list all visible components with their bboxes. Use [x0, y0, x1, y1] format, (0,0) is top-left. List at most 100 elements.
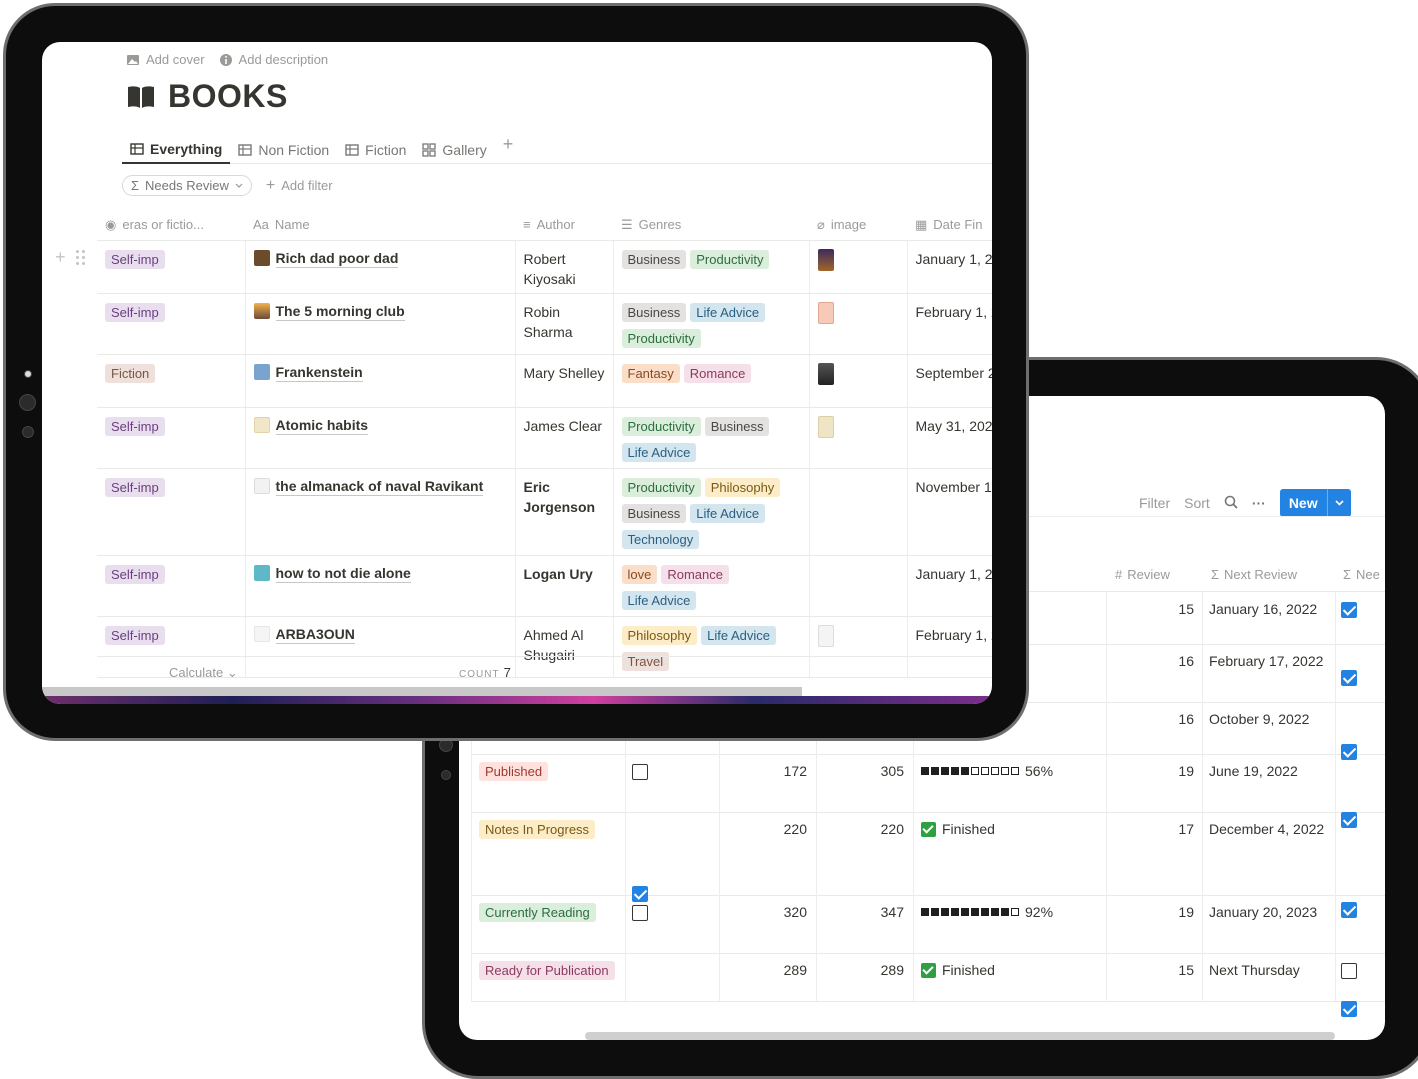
horizontal-scrollbar[interactable]	[42, 687, 802, 696]
book-image-thumbnail[interactable]	[817, 301, 834, 324]
genre-tag: Fantasy	[621, 363, 680, 383]
table-row-divider	[471, 1001, 1385, 1002]
category-tag[interactable]: Fiction	[105, 363, 156, 383]
front-tablet: Add cover Add description BOOKS Everythi…	[3, 3, 1029, 741]
book-image-thumbnail[interactable]	[817, 415, 834, 438]
needs-review-checkbox[interactable]	[1341, 602, 1357, 618]
column-header-genres[interactable]: ☰ Genres	[613, 210, 809, 241]
add-description-button[interactable]: Add description	[219, 52, 329, 67]
column-header-next-review[interactable]: Σ Next Review	[1211, 567, 1297, 582]
progress-cell	[921, 767, 929, 775]
book-image-thumbnail[interactable]	[817, 624, 834, 647]
column-header-date[interactable]: ▦ Date Fin	[907, 210, 992, 241]
calculate-dropdown[interactable]: Calculate ⌄	[169, 665, 238, 681]
genre-tag: Business	[621, 503, 687, 523]
needs-review-checkbox[interactable]	[1341, 670, 1357, 686]
progress-cell	[1011, 767, 1019, 775]
next-review-date: June 19, 2022	[1209, 763, 1298, 779]
next-review-date: Next Thursday	[1209, 962, 1300, 978]
tab-non-fiction[interactable]: Non Fiction	[230, 132, 337, 164]
column-header-review[interactable]: # Review	[1115, 567, 1170, 582]
category-tag[interactable]: Self-imp	[105, 564, 165, 584]
table-row[interactable]: Self-imp the almanack of naval Ravikant …	[97, 468, 992, 556]
column-header-label: Date Fin	[933, 216, 983, 232]
add-description-label: Add description	[238, 52, 329, 67]
genre-tag: Productivity	[690, 249, 770, 269]
check-icon	[921, 962, 936, 978]
category-tag[interactable]: Self-imp	[105, 477, 165, 497]
tab-fiction[interactable]: Fiction	[337, 132, 414, 164]
category-tag[interactable]: Self-imp	[105, 625, 165, 645]
progress-cell	[991, 767, 999, 775]
column-header-name[interactable]: Aa Name	[245, 210, 515, 241]
genre-tag: Productivity	[621, 477, 701, 497]
needs-review-checkbox[interactable]	[1341, 902, 1357, 918]
chevron-down-icon[interactable]	[1326, 489, 1351, 517]
date-cell: September 2 2022	[907, 354, 992, 408]
tab-everything[interactable]: Everything	[122, 132, 231, 164]
table-row[interactable]: Self-imp Atomic habits James Clear Produ…	[97, 407, 992, 469]
row-checkbox[interactable]	[632, 905, 648, 921]
book-cover-icon	[253, 416, 270, 433]
status-badge[interactable]: Ready for Publication	[479, 961, 619, 986]
search-icon[interactable]	[1224, 495, 1238, 512]
table-row-divider	[471, 812, 1385, 813]
more-options-icon[interactable]: ···	[1252, 495, 1266, 511]
finished-status: Finished	[921, 821, 995, 837]
filter-button[interactable]: Filter	[1139, 495, 1170, 511]
back-toolbar: Filter Sort ··· New	[1139, 489, 1351, 517]
book-title-link[interactable]: The 5 morning club	[275, 302, 405, 321]
add-filter-button[interactable]: + Add filter	[266, 177, 333, 195]
column-header-author[interactable]: ≡ Author	[515, 210, 613, 241]
count-value: 7	[503, 665, 511, 680]
info-icon	[219, 53, 232, 66]
table-row[interactable]: Self-imp how to not die alone Logan Ury …	[97, 555, 992, 617]
needs-review-checkbox[interactable]	[1341, 812, 1357, 828]
category-tag[interactable]: Self-imp	[105, 302, 165, 322]
book-title-link[interactable]: ARBA3OUN	[275, 625, 355, 644]
column-header-needs[interactable]: Σ Nee	[1343, 567, 1380, 582]
next-review-date: January 16, 2022	[1209, 601, 1318, 617]
add-view-button[interactable]: +	[495, 132, 522, 156]
status-badge-label: Ready for Publication	[479, 961, 615, 980]
book-title-link[interactable]: how to not die alone	[275, 564, 411, 583]
finished-status: Finished	[921, 962, 995, 978]
table-row[interactable]: Self-imp The 5 morning club Robin Sharma…	[97, 293, 992, 355]
row-checkbox[interactable]	[632, 886, 648, 902]
horizontal-scrollbar[interactable]	[585, 1032, 1335, 1040]
author-cell: Eric Jorgenson	[515, 468, 614, 556]
add-row-plus-icon[interactable]: +	[55, 247, 66, 268]
book-title-link[interactable]: Rich dad poor dad	[275, 249, 399, 268]
status-badge[interactable]: Notes In Progress	[479, 820, 599, 845]
drag-handle-icon[interactable]	[75, 250, 85, 265]
new-button[interactable]: New	[1279, 489, 1351, 517]
column-header-type[interactable]: ◉ eras or fictio...	[97, 210, 245, 241]
review-count: 16	[1178, 711, 1194, 727]
needs-review-checkbox[interactable]	[1341, 744, 1357, 760]
needs-review-filter-chip[interactable]: Σ Needs Review	[122, 175, 252, 196]
book-title-link[interactable]: Atomic habits	[275, 416, 369, 435]
table-row-divider	[471, 953, 1385, 954]
add-cover-button[interactable]: Add cover	[126, 52, 205, 67]
needs-review-checkbox[interactable]	[1341, 1001, 1357, 1017]
table-row[interactable]: Fiction Frankenstein Mary Shelley Fantas…	[97, 354, 992, 408]
genre-tag: Life Advice	[690, 302, 766, 322]
book-title-link[interactable]: Frankenstein	[275, 363, 363, 382]
date-cell: February 1, 2	[907, 293, 992, 355]
book-title-link[interactable]: the almanack of naval Ravikant	[275, 477, 484, 496]
status-badge[interactable]: Published	[479, 762, 552, 787]
tab-gallery[interactable]: Gallery	[414, 132, 494, 164]
category-tag[interactable]: Self-imp	[105, 416, 165, 436]
column-header-label: Author	[536, 217, 575, 233]
row-checkbox[interactable]	[632, 764, 648, 780]
sort-button[interactable]: Sort	[1184, 495, 1210, 511]
column-header-image[interactable]: ⌀ image	[809, 210, 907, 241]
category-tag[interactable]: Self-imp	[105, 249, 165, 269]
front-camera-dot-2	[19, 394, 36, 411]
table-header-row: ◉ eras or fictio... Aa Name ≡ Author ☰ Genre…	[97, 210, 992, 241]
table-row[interactable]: Self-imp Rich dad poor dad Robert Kiyosa…	[97, 240, 992, 294]
book-image-thumbnail[interactable]	[817, 248, 834, 271]
status-badge[interactable]: Currently Reading	[479, 903, 600, 928]
needs-review-checkbox[interactable]	[1341, 963, 1357, 979]
book-image-thumbnail[interactable]	[817, 362, 834, 385]
